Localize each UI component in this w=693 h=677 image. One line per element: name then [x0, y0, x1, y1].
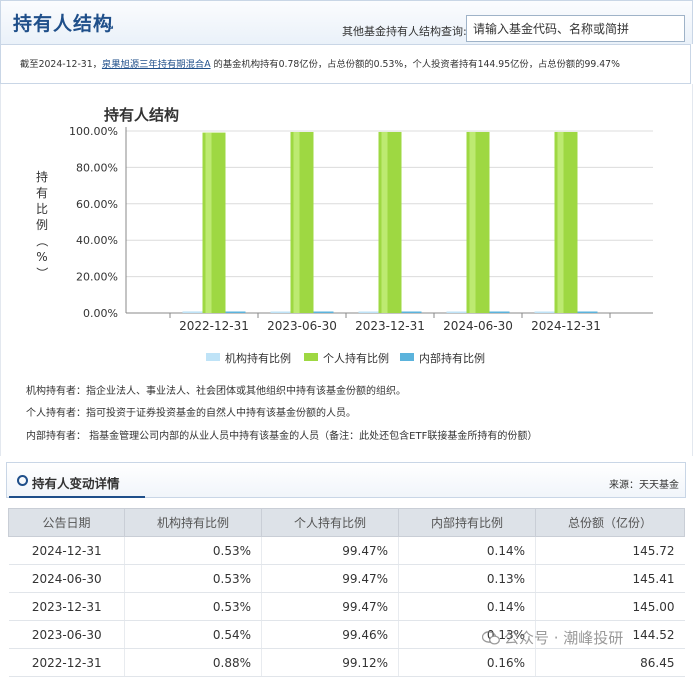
bar-individual-highlight: [469, 131, 476, 313]
definition-internal: 内部持有者： 指基金管理公司内部的从业人员中持有该基金的人员（备注：此处还包含E…: [26, 431, 538, 442]
watermark: 公众号 · 潮峰投研: [482, 627, 623, 648]
page-title: 持有人结构: [13, 13, 114, 35]
column-header-individual: 个人持有比例: [261, 508, 399, 537]
chart-y-label-char: 例: [36, 218, 48, 232]
chart-y-tick-label: 60.00%: [76, 198, 118, 211]
cell-individual: 99.12%: [261, 648, 399, 677]
cell-individual: 99.47%: [261, 592, 399, 621]
chart-x-tick-label: 2024-12-31: [531, 319, 601, 333]
bar-internal: [401, 311, 422, 313]
chart-y-label-char: %: [36, 250, 47, 264]
cell-individual: 99.47%: [261, 536, 399, 565]
chart-x-tick-label: 2022-12-31: [179, 319, 249, 333]
definition-individual: 个人持有者：指可投资于证券投资基金的自然人中持有该基金份额的人员。: [26, 408, 356, 419]
cell-institution: 0.53%: [124, 564, 262, 593]
table-row: 2024-06-30 0.53% 99.47% 0.13% 145.41: [8, 564, 685, 593]
chart-x-tick-label: 2023-06-30: [267, 319, 337, 333]
chart-y-label-char: 有: [36, 186, 48, 200]
legend-swatch: [206, 353, 220, 361]
definition-institution: 机构持有者：指企业法人、事业法人、社会团体或其他组织中持有该基金份额的组织。: [26, 386, 406, 397]
cell-total-shares: 145.41: [535, 564, 685, 593]
page-header: 持有人结构 ↘ 其他基金持有人结构查询:: [0, 0, 693, 44]
cell-date: 2022-12-31: [8, 648, 125, 677]
fund-search-input[interactable]: [466, 15, 685, 42]
bar-internal: [225, 311, 246, 313]
cell-internal: 0.16%: [398, 648, 536, 677]
bar-internal: [489, 311, 510, 313]
chart-y-label-char: 比: [36, 202, 48, 216]
cell-institution: 0.53%: [124, 592, 262, 621]
summary-prefix: 截至2024-12-31，: [20, 59, 102, 70]
legend-label: 个人持有比例: [323, 351, 389, 365]
details-section-header: 持有人变动详情 来源：天天基金: [6, 462, 686, 498]
cell-total-shares: 145.00: [535, 592, 685, 621]
bar-individual-highlight: [557, 131, 564, 313]
bar-internal: [313, 311, 334, 313]
column-header-institution: 机构持有比例: [124, 508, 262, 537]
chart-y-tick-label: 80.00%: [76, 161, 118, 174]
column-header-total-shares: 总份额（亿份）: [535, 508, 685, 537]
cell-institution: 0.88%: [124, 648, 262, 677]
table-row: 2024-12-31 0.53% 99.47% 0.14% 145.72: [8, 536, 685, 565]
bar-institution: [534, 311, 555, 313]
fund-name-link[interactable]: 泉果旭源三年持有期混合A: [102, 59, 211, 70]
table-row: 2023-12-31 0.53% 99.47% 0.14% 145.00: [8, 592, 685, 621]
holder-changes-table: 公告日期 机构持有比例 个人持有比例 内部持有比例 总份额（亿份） 2024-1…: [8, 508, 685, 677]
chart-x-tick-label: 2023-12-31: [355, 319, 425, 333]
chart-area: 持有人结构 持有比例 （% ） 0.00% 20.00% 40.00% 60.00% 80.…: [0, 84, 693, 456]
chart-y-tick-label: 40.00%: [76, 234, 118, 247]
legend-swatch: [400, 353, 414, 361]
chart-x-tick-label: 2024-06-30: [443, 319, 513, 333]
chart-y-tick-label: 0.00%: [83, 307, 118, 320]
bar-institution: [270, 311, 291, 313]
wechat-icon: [482, 631, 500, 645]
table-row: 2022-12-31 0.88% 99.12% 0.16% 86.45: [8, 648, 685, 677]
bar-individual-highlight: [205, 132, 212, 313]
bar-individual-highlight: [293, 131, 300, 313]
table-header-row: 公告日期 机构持有比例 个人持有比例 内部持有比例 总份额（亿份）: [8, 508, 685, 537]
cell-individual: 99.46%: [261, 620, 399, 649]
cell-date: 2024-12-31: [8, 536, 125, 565]
chart-y-label-char: ）: [35, 267, 49, 279]
legend-swatch: [304, 353, 318, 361]
holder-structure-chart: 持有人结构 持有比例 （% ） 0.00% 20.00% 40.00% 60.00% 80.…: [35, 106, 653, 365]
cell-date: 2024-06-30: [8, 564, 125, 593]
column-header-internal: 内部持有比例: [398, 508, 536, 537]
bar-institution: [182, 311, 203, 313]
data-source: 来源：天天基金: [609, 480, 679, 491]
cell-institution: 0.53%: [124, 536, 262, 565]
cell-internal: 0.14%: [398, 536, 536, 565]
cell-total-shares: 145.72: [535, 536, 685, 565]
chart-y-tick-label: 100.00%: [69, 125, 118, 138]
bar-internal: [577, 311, 598, 313]
legend-label: 机构持有比例: [225, 351, 291, 365]
chart-title: 持有人结构: [104, 106, 179, 124]
cell-date: 2023-06-30: [8, 620, 125, 649]
chart-y-axis-label: 持有比例 （% ）: [35, 169, 49, 279]
cell-institution: 0.54%: [124, 620, 262, 649]
cell-total-shares: 86.45: [535, 648, 685, 677]
column-header-date: 公告日期: [8, 508, 125, 537]
chart-y-tick-label: 20.00%: [76, 271, 118, 284]
chart-y-label-char: （: [35, 235, 49, 247]
holding-summary: 截至2024-12-31，泉果旭源三年持有期混合A 的基金机构持有0.78亿份，…: [0, 44, 691, 84]
details-title-underline: [9, 496, 145, 498]
bar-institution: [358, 311, 379, 313]
chart-y-label-char: 持: [36, 169, 48, 184]
cell-internal: 0.14%: [398, 592, 536, 621]
search-label: 其他基金持有人结构查询:: [342, 25, 467, 38]
corner-arrow-icon: ↘: [106, 21, 115, 32]
bar-individual-highlight: [381, 131, 388, 313]
cell-internal: 0.13%: [398, 564, 536, 593]
legend-label: 内部持有比例: [419, 351, 485, 365]
cell-date: 2023-12-31: [8, 592, 125, 621]
details-title: 持有人变动详情: [32, 476, 120, 491]
watermark-text: 公众号 · 潮峰投研: [504, 629, 624, 647]
cell-individual: 99.47%: [261, 564, 399, 593]
summary-suffix: 的基金机构持有0.78亿份，占总份额的0.53%，个人投资者持有144.95亿份…: [210, 59, 620, 70]
circle-bullet-icon: [17, 475, 28, 486]
bar-institution: [446, 311, 467, 313]
